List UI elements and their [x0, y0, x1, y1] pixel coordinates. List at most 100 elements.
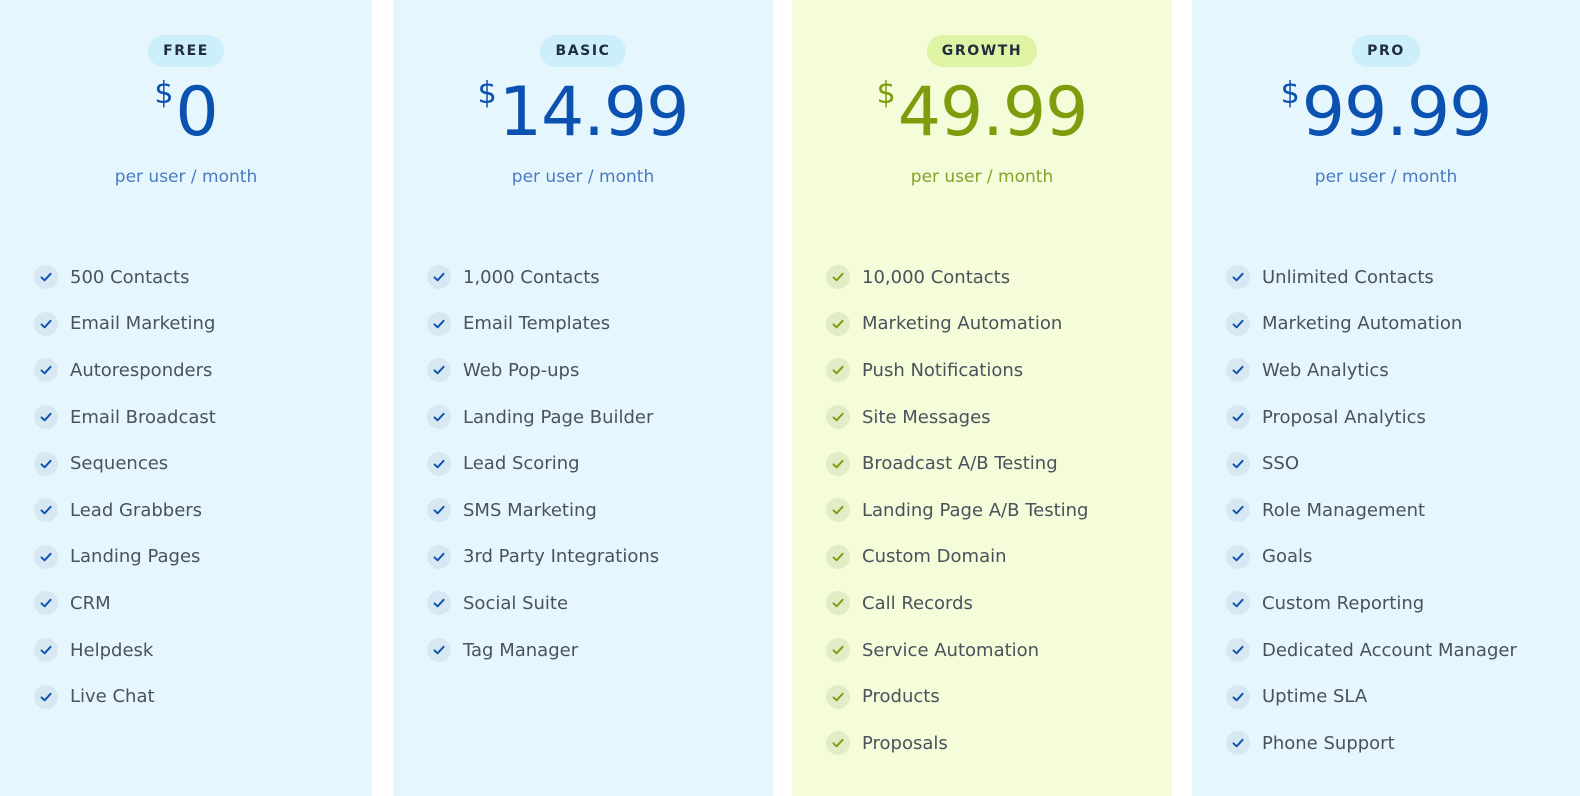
feature-item: Lead Scoring [427, 440, 659, 487]
feature-label: Email Marketing [70, 313, 216, 335]
check-icon [34, 498, 58, 523]
feature-item: 1,000 Contacts [427, 254, 659, 301]
check-icon [1226, 405, 1250, 430]
feature-item: Tag Manager [427, 627, 659, 674]
feature-item: Helpdesk [34, 627, 216, 674]
check-icon [34, 311, 58, 336]
currency-symbol: $ [154, 76, 174, 111]
feature-label: Service Automation [862, 639, 1040, 661]
check-icon [427, 591, 451, 616]
feature-item: Social Suite [427, 580, 659, 627]
plan-header: GROWTH $49.99 per user / month [792, 0, 1172, 187]
plan-badge: GROWTH [926, 35, 1038, 67]
feature-label: Web Analytics [1262, 359, 1389, 381]
feature-item: Email Marketing [34, 301, 216, 348]
check-icon [1226, 358, 1250, 383]
feature-item: Call Records [826, 580, 1088, 627]
feature-item: Broadcast A/B Testing [826, 440, 1088, 487]
check-icon [34, 451, 58, 476]
price-period: per user / month [114, 167, 258, 187]
plan-card-basic: BASIC $14.99 per user / month 1,000 Cont… [393, 0, 773, 796]
feature-label: Marketing Automation [862, 313, 1063, 335]
check-icon [1226, 591, 1250, 616]
feature-label: Call Records [862, 592, 973, 614]
feature-item: Proposal Analytics [1226, 394, 1517, 441]
feature-label: CRM [70, 592, 111, 614]
feature-item: 3rd Party Integrations [427, 534, 659, 581]
feature-label: Landing Page A/B Testing [862, 499, 1089, 521]
feature-item: SSO [1226, 440, 1517, 487]
plan-header: PRO $99.99 per user / month [1192, 0, 1580, 187]
feature-label: Dedicated Account Manager [1262, 639, 1517, 661]
feature-item: Unlimited Contacts [1226, 254, 1517, 301]
currency-symbol: $ [477, 76, 497, 111]
plan-card-pro: PRO $99.99 per user / month Unlimited Co… [1192, 0, 1580, 796]
feature-label: Phone Support [1262, 732, 1395, 754]
price-amount: 49.99 [897, 73, 1089, 152]
feature-item: Lead Grabbers [34, 487, 216, 534]
feature-item: Custom Reporting [1226, 580, 1517, 627]
feature-item: Goals [1226, 534, 1517, 581]
plan-price: $0 [0, 73, 372, 153]
check-icon [34, 684, 58, 709]
check-icon [1226, 684, 1250, 709]
check-icon [1226, 544, 1250, 569]
feature-label: Custom Reporting [1262, 592, 1425, 614]
feature-item: Custom Domain [826, 534, 1088, 581]
check-icon [1226, 638, 1250, 663]
price-period: per user / month [511, 167, 655, 187]
currency-symbol: $ [876, 76, 896, 111]
feature-label: 1,000 Contacts [463, 266, 600, 288]
feature-label: Tag Manager [463, 639, 579, 661]
check-icon [1226, 498, 1250, 523]
feature-label: Marketing Automation [1262, 313, 1463, 335]
check-icon [427, 638, 451, 663]
price-period: per user / month [1314, 167, 1458, 187]
check-icon [826, 591, 850, 616]
feature-item: Service Automation [826, 627, 1088, 674]
feature-list: Unlimited Contacts Marketing Automation We… [1226, 254, 1517, 767]
check-icon [1226, 451, 1250, 476]
feature-item: Site Messages [826, 394, 1088, 441]
check-icon [34, 591, 58, 616]
check-icon [427, 544, 451, 569]
feature-item: Email Broadcast [34, 394, 216, 441]
check-icon [427, 311, 451, 336]
feature-item: Products [826, 673, 1088, 720]
feature-item: Landing Page A/B Testing [826, 487, 1088, 534]
check-icon [1226, 265, 1250, 290]
feature-item: Landing Page Builder [427, 394, 659, 441]
check-icon [34, 544, 58, 569]
plan-price: $49.99 [792, 73, 1172, 153]
check-icon [826, 684, 850, 709]
check-icon [427, 498, 451, 523]
check-icon [427, 451, 451, 476]
feature-item: Marketing Automation [826, 301, 1088, 348]
plan-card-growth: GROWTH $49.99 per user / month 10,000 Co… [792, 0, 1172, 796]
feature-item: Uptime SLA [1226, 673, 1517, 720]
plan-badge: BASIC [540, 35, 626, 67]
feature-label: Unlimited Contacts [1262, 266, 1434, 288]
feature-item: Phone Support [1226, 720, 1517, 767]
check-icon [826, 405, 850, 430]
feature-label: Lead Scoring [463, 453, 580, 475]
feature-item: Push Notifications [826, 347, 1088, 394]
feature-list: 500 Contacts Email Marketing Autoresponder… [34, 254, 216, 720]
feature-label: Proposal Analytics [1262, 406, 1426, 428]
feature-item: Web Analytics [1226, 347, 1517, 394]
feature-item: SMS Marketing [427, 487, 659, 534]
feature-label: Web Pop-ups [463, 359, 580, 381]
check-icon [826, 265, 850, 290]
plan-badge: PRO [1352, 35, 1420, 67]
feature-label: Goals [1262, 546, 1313, 568]
feature-label: Landing Page Builder [463, 406, 654, 428]
check-icon [826, 638, 850, 663]
price-period: per user / month [910, 167, 1054, 187]
feature-list: 10,000 Contacts Marketing Automation Push … [826, 254, 1088, 767]
feature-label: Landing Pages [70, 546, 201, 568]
check-icon [34, 358, 58, 383]
check-icon [34, 265, 58, 290]
feature-label: Social Suite [463, 592, 569, 614]
check-icon [826, 451, 850, 476]
feature-label: SMS Marketing [463, 499, 597, 521]
